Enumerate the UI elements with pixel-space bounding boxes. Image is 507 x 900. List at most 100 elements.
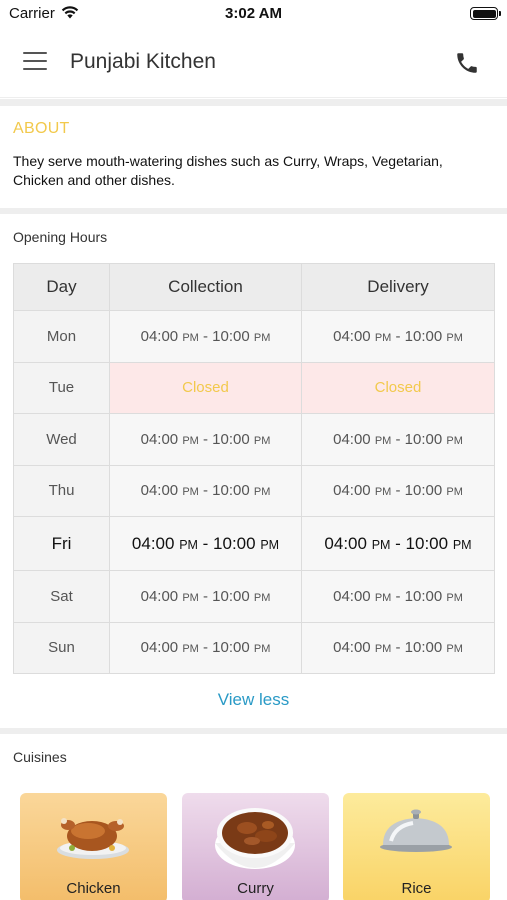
open-time: 04:00	[333, 639, 371, 657]
open-time: 04:00	[333, 430, 371, 448]
close-time: 10:00	[404, 482, 443, 500]
closed-label: Closed	[182, 379, 229, 397]
close-time: 10:00	[212, 587, 250, 605]
close-time: 10:00	[404, 639, 443, 657]
open-ampm: PM	[374, 331, 392, 344]
cuisine-card-rice[interactable]: Rice	[343, 793, 490, 900]
cuisine-label: Curry	[237, 880, 274, 897]
collection-hours-cell: Closed	[109, 361, 302, 414]
open-time: 04:00	[333, 327, 371, 345]
close-ampm: PM	[446, 331, 463, 344]
battery-icon	[470, 7, 501, 20]
close-ampm: PM	[253, 591, 271, 604]
hamburger-menu-icon[interactable]	[23, 52, 47, 72]
close-time: 10:00	[404, 327, 443, 345]
silver-cloche-image	[380, 809, 452, 852]
open-ampm: PM	[374, 434, 392, 447]
opening-hours-table: Day Collection Delivery Mon 04:00 PM - 10…	[13, 263, 495, 674]
column-header-collection: Collection	[109, 263, 302, 311]
open-time: 04:00	[140, 639, 179, 657]
cuisine-card-chicken[interactable]: Chicken	[20, 793, 167, 900]
open-ampm: PM	[182, 643, 199, 656]
close-time: 10:00	[404, 430, 443, 448]
open-ampm: PM	[182, 486, 199, 499]
collection-hours-cell: 04:00 PM - 10:00 PM	[109, 570, 302, 623]
close-ampm: PM	[452, 537, 472, 552]
day-cell: Thu	[13, 464, 110, 517]
table-row: Tue Closed Closed	[13, 361, 495, 414]
collection-hours-cell: 04:00 PM - 10:00 PM	[109, 516, 302, 571]
delivery-hours-cell: 04:00 PM - 10:00 PM	[301, 621, 495, 674]
cuisine-label: Chicken	[66, 880, 121, 897]
close-ampm: PM	[260, 537, 280, 552]
open-ampm: PM	[182, 331, 199, 344]
table-row: Fri 04:00 PM - 10:00 PM 04:00 PM - 10:00 P…	[13, 516, 495, 571]
delivery-hours-cell: 04:00 PM - 10:00 PM	[301, 413, 495, 466]
cuisine-card-curry[interactable]: Curry	[182, 793, 329, 900]
close-ampm: PM	[446, 591, 463, 604]
close-time: 10:00	[212, 430, 250, 448]
day-cell: Tue	[13, 361, 110, 414]
cuisines-section: Cuisines Chicken Curry Rice	[0, 734, 507, 900]
view-less-link[interactable]: View less	[0, 690, 507, 710]
day-cell: Sat	[13, 570, 110, 623]
about-section: ABOUT They serve mouth-watering dishes s…	[0, 106, 507, 208]
table-row: Wed 04:00 PM - 10:00 PM 04:00 PM - 10:00 P…	[13, 413, 495, 466]
open-time: 04:00	[140, 482, 179, 500]
cuisines-title: Cuisines	[13, 749, 67, 765]
column-header-delivery: Delivery	[301, 263, 495, 311]
column-header-day: Day	[13, 263, 110, 311]
close-ampm: PM	[253, 331, 271, 344]
roast-chicken-image	[57, 818, 129, 859]
open-ampm: PM	[182, 434, 199, 447]
close-ampm: PM	[446, 643, 463, 656]
cuisine-label: Rice	[401, 880, 432, 897]
about-heading: ABOUT	[13, 120, 70, 137]
open-time: 04:00	[131, 533, 175, 553]
close-time: 10:00	[404, 587, 443, 605]
table-row: Sat 04:00 PM - 10:00 PM 04:00 PM - 10:00 P…	[13, 570, 495, 623]
phone-icon[interactable]	[454, 50, 480, 76]
close-time: 10:00	[405, 533, 449, 553]
delivery-hours-cell: 04:00 PM - 10:00 PM	[301, 464, 495, 517]
open-time: 04:00	[140, 430, 179, 448]
table-row: Thu 04:00 PM - 10:00 PM 04:00 PM - 10:00 P…	[13, 464, 495, 517]
open-ampm: PM	[371, 537, 391, 552]
collection-hours-cell: 04:00 PM - 10:00 PM	[109, 413, 302, 466]
cuisine-card-list: Chicken Curry Rice	[20, 793, 490, 900]
open-ampm: PM	[374, 643, 392, 656]
day-cell: Wed	[13, 413, 110, 466]
delivery-hours-cell: 04:00 PM - 10:00 PM	[301, 310, 495, 363]
open-time: 04:00	[333, 482, 371, 500]
section-divider	[0, 99, 507, 106]
close-ampm: PM	[253, 486, 271, 499]
hours-table-body: Mon 04:00 PM - 10:00 PM 04:00 PM - 10:00 P…	[13, 310, 495, 674]
collection-hours-cell: 04:00 PM - 10:00 PM	[109, 621, 302, 674]
status-time: 3:02 AM	[225, 5, 282, 22]
table-row: Sun 04:00 PM - 10:00 PM 04:00 PM - 10:00 P…	[13, 621, 495, 674]
close-ampm: PM	[446, 486, 463, 499]
close-ampm: PM	[253, 643, 271, 656]
open-time: 04:00	[333, 587, 371, 605]
open-time: 04:00	[140, 587, 179, 605]
page-title: Punjabi Kitchen	[70, 50, 216, 73]
delivery-hours-cell: 04:00 PM - 10:00 PM	[301, 570, 495, 623]
close-ampm: PM	[446, 434, 463, 447]
open-ampm: PM	[374, 486, 392, 499]
open-time: 04:00	[140, 327, 179, 345]
delivery-hours-cell: 04:00 PM - 10:00 PM	[301, 516, 495, 571]
open-time: 04:00	[324, 533, 367, 553]
opening-hours-title: Opening Hours	[13, 229, 108, 245]
curry-bowl-image	[215, 808, 295, 869]
status-bar: Carrier 3:02 AM	[0, 0, 507, 30]
close-time: 10:00	[212, 482, 250, 500]
close-ampm: PM	[253, 434, 271, 447]
open-ampm: PM	[374, 591, 392, 604]
day-cell: Mon	[13, 310, 110, 363]
collection-hours-cell: 04:00 PM - 10:00 PM	[109, 464, 302, 517]
opening-hours-section: Opening Hours Day Collection Delivery Mo…	[0, 214, 507, 728]
open-ampm: PM	[179, 537, 198, 552]
close-time: 10:00	[212, 639, 250, 657]
delivery-hours-cell: Closed	[301, 361, 495, 414]
close-time: 10:00	[212, 327, 250, 345]
